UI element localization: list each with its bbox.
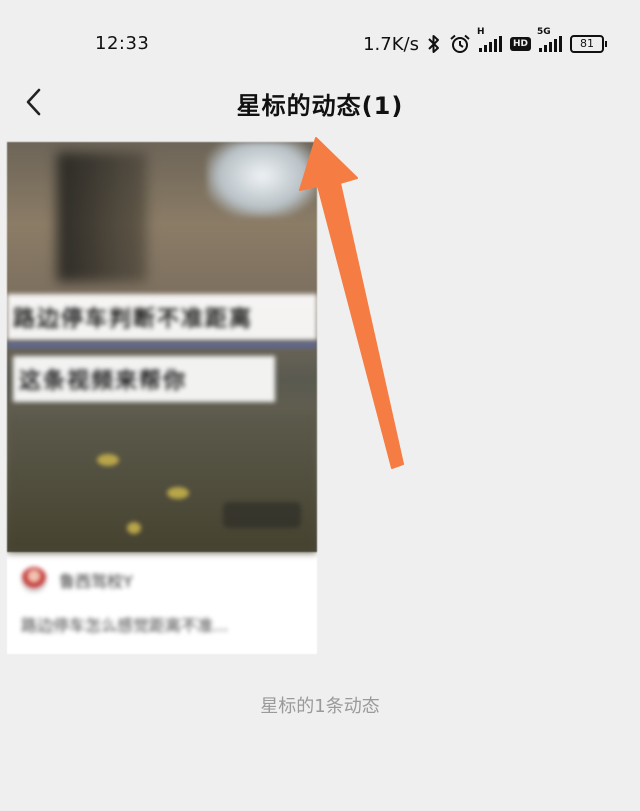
- battery-icon: 81: [570, 35, 607, 53]
- caption-divider: [7, 342, 317, 348]
- bluetooth-icon: [427, 34, 441, 54]
- thumbnail-leaf: [167, 487, 189, 499]
- status-bar: 12:33 1.7K/s H HD 5G 81: [0, 0, 640, 80]
- page-title: 星标的动态(1): [236, 92, 404, 120]
- signal-strength-icon: H: [477, 27, 502, 52]
- thumbnail-shadow: [57, 152, 147, 282]
- starred-post-card[interactable]: 路边停车判断不准距离 这条视频来帮你 鲁西驾校Y 路边停车怎么感觉距离不准...: [7, 142, 317, 654]
- post-description: 路边停车怎么感觉距离不准...: [21, 616, 229, 635]
- author-row[interactable]: 鲁西驾校Y: [7, 560, 317, 600]
- thumbnail-ground: [7, 412, 317, 552]
- starred-count-note: 星标的1条动态: [260, 696, 380, 717]
- thumbnail-leaf: [127, 522, 141, 534]
- video-caption-line-2: 这条视频来帮你: [13, 356, 275, 402]
- video-thumbnail[interactable]: 路边停车判断不准距离 这条视频来帮你: [7, 142, 317, 552]
- status-time: 12:33: [95, 33, 150, 54]
- signal-type-label: H: [476, 27, 485, 37]
- video-duration-badge: [223, 502, 301, 528]
- thumbnail-leaf: [97, 454, 119, 466]
- status-indicators: 1.7K/s H HD 5G 81: [363, 27, 607, 57]
- video-caption-line-1: 路边停车判断不准距离: [7, 294, 317, 340]
- signal-5g-icon: 5G: [537, 27, 562, 52]
- avatar[interactable]: [21, 567, 47, 593]
- header: 星标的动态(1): [0, 80, 640, 136]
- network-type-label: 5G: [537, 27, 551, 37]
- network-speed: 1.7K/s: [363, 33, 419, 55]
- author-name[interactable]: 鲁西驾校Y: [59, 568, 133, 592]
- hd-voice-badge: HD: [509, 37, 531, 51]
- alarm-icon: [449, 34, 471, 54]
- thumbnail-car-light: [207, 142, 317, 217]
